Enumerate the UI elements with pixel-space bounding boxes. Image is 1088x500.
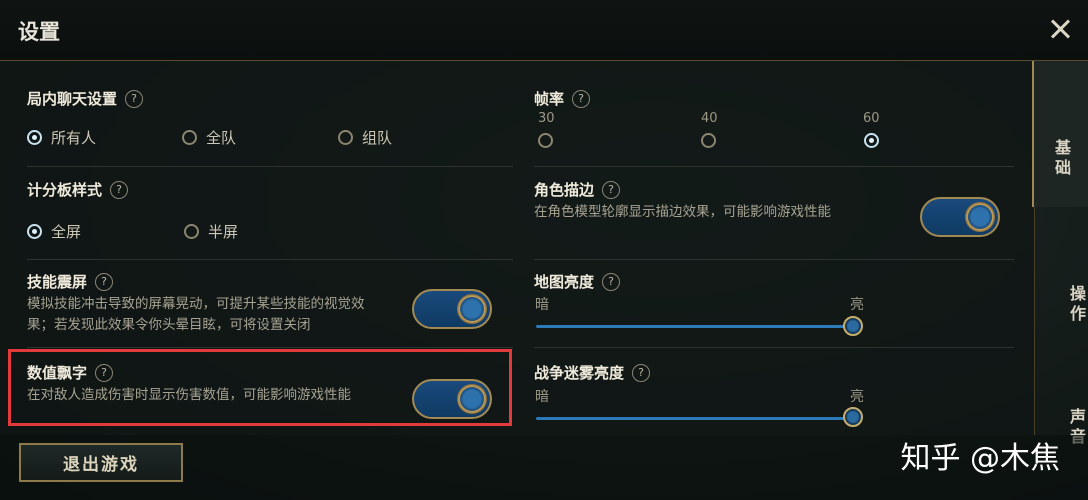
tab-basic[interactable]: 基础 xyxy=(1032,61,1088,207)
radio-label: 组队 xyxy=(362,129,393,147)
slider-max-label: 亮 xyxy=(850,389,864,405)
radio-fps-30[interactable] xyxy=(538,133,553,148)
radio-icon xyxy=(182,130,197,145)
toggle-knob xyxy=(965,202,995,232)
title-bar: 设置 xyxy=(0,0,1088,61)
tab-controls[interactable]: 操作 xyxy=(1034,207,1088,353)
settings-title: 设置 xyxy=(18,20,60,44)
help-icon[interactable]: ? xyxy=(95,272,114,291)
radio-selected-icon xyxy=(864,133,879,148)
map-brightness-setting: 地图亮度? xyxy=(534,271,621,292)
radio-fps-40[interactable] xyxy=(701,133,716,148)
skill-shake-toggle[interactable] xyxy=(412,289,492,329)
fog-brightness-slider-handle[interactable] xyxy=(843,407,863,427)
radio-scoreboard-half[interactable]: 半屏 xyxy=(184,221,238,242)
map-brightness-track[interactable] xyxy=(536,325,848,328)
scoreboard-setting: 计分板样式? xyxy=(27,179,129,200)
highlight-box xyxy=(8,349,512,426)
divider xyxy=(27,259,513,260)
radio-chat-all[interactable]: 所有人 xyxy=(27,127,96,148)
help-icon[interactable]: ? xyxy=(602,180,621,199)
fps-option-label: 40 xyxy=(701,111,718,126)
radio-icon xyxy=(184,224,199,239)
fps-option-label: 60 xyxy=(863,111,880,126)
fog-brightness-track[interactable] xyxy=(536,417,848,420)
divider xyxy=(534,259,1014,260)
outline-toggle[interactable] xyxy=(920,197,1000,237)
fps-setting: 帧率? xyxy=(534,88,591,109)
fog-brightness-setting: 战争迷雾亮度? xyxy=(534,362,651,383)
radio-label: 半屏 xyxy=(208,223,239,241)
help-icon[interactable]: ? xyxy=(110,180,129,199)
watermark: 知乎 @木焦 xyxy=(900,441,1060,476)
tab-label: 基础 xyxy=(1052,139,1071,179)
radio-icon xyxy=(338,130,353,145)
help-icon[interactable]: ? xyxy=(602,272,621,291)
scoreboard-setting-label: 计分板样式 xyxy=(27,181,103,199)
skill-shake-desc-line2: 果；若发现此效果令你头晕目眩，可将设置关闭 xyxy=(27,317,311,333)
radio-icon xyxy=(701,133,716,148)
radio-chat-team[interactable]: 全队 xyxy=(182,127,236,148)
skill-shake-setting: 技能震屏? 模拟技能冲击导致的屏幕晃动，可提升某些技能的视觉效 果；若发现此效果令… xyxy=(27,271,447,336)
tab-label: 操作 xyxy=(1067,285,1086,325)
fps-label: 帧率 xyxy=(534,90,565,108)
outline-label: 角色描边 xyxy=(534,181,595,199)
slider-min-label: 暗 xyxy=(535,389,549,405)
divider xyxy=(534,347,1014,348)
fps-option-label: 30 xyxy=(538,111,555,126)
fog-brightness-label: 战争迷雾亮度 xyxy=(534,364,625,382)
divider xyxy=(534,166,1014,167)
map-brightness-slider-handle[interactable] xyxy=(843,316,863,336)
radio-selected-icon xyxy=(27,130,42,145)
radio-icon xyxy=(538,133,553,148)
outline-desc: 在角色模型轮廓显示描边效果，可能影响游戏性能 xyxy=(534,204,831,220)
radio-chat-party[interactable]: 组队 xyxy=(338,127,392,148)
help-icon[interactable]: ? xyxy=(125,89,144,108)
outline-setting: 角色描边? 在角色模型轮廓显示描边效果，可能影响游戏性能 xyxy=(534,179,914,223)
help-icon[interactable]: ? xyxy=(632,363,651,382)
divider xyxy=(27,347,513,348)
radio-scoreboard-full[interactable]: 全屏 xyxy=(27,221,81,242)
radio-label: 全队 xyxy=(206,129,237,147)
radio-selected-icon xyxy=(27,224,42,239)
radio-label: 所有人 xyxy=(51,129,97,147)
toggle-knob xyxy=(457,294,487,324)
radio-label: 全屏 xyxy=(51,223,82,241)
radio-fps-60[interactable] xyxy=(864,133,879,148)
slider-min-label: 暗 xyxy=(535,297,549,313)
help-icon[interactable]: ? xyxy=(572,89,591,108)
map-brightness-label: 地图亮度 xyxy=(534,273,595,291)
close-icon[interactable] xyxy=(1048,17,1072,41)
chat-setting: 局内聊天设置? xyxy=(27,88,144,109)
skill-shake-desc-line1: 模拟技能冲击导致的屏幕晃动，可提升某些技能的视觉效 xyxy=(27,296,365,312)
divider xyxy=(27,166,513,167)
chat-setting-label: 局内聊天设置 xyxy=(27,90,118,108)
skill-shake-label: 技能震屏 xyxy=(27,273,88,291)
exit-game-button[interactable]: 退出游戏 xyxy=(19,443,183,482)
slider-max-label: 亮 xyxy=(850,297,864,313)
